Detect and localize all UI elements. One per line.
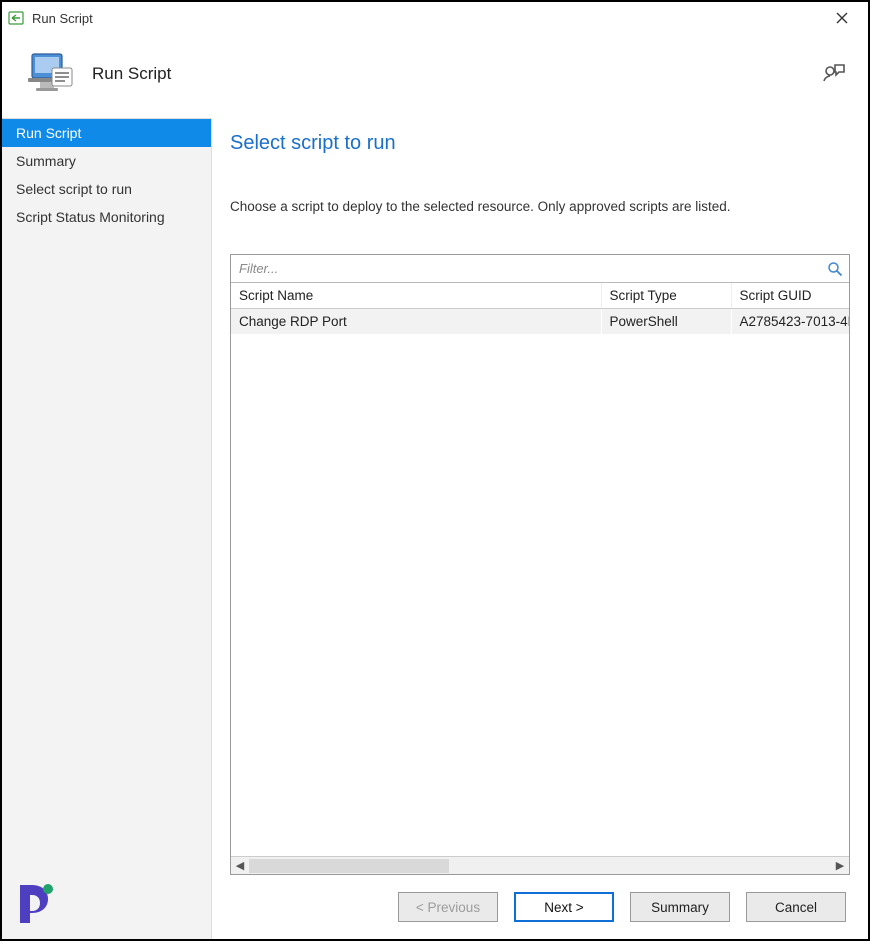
scroll-thumb[interactable] <box>249 859 449 873</box>
feedback-icon[interactable] <box>822 61 848 87</box>
scroll-right-arrow[interactable]: ▶ <box>831 858 849 874</box>
wizard-body: Run Script Summary Select script to run … <box>2 118 868 939</box>
computer-script-icon <box>22 48 74 100</box>
close-icon <box>836 12 848 24</box>
app-icon <box>8 10 24 26</box>
cancel-button[interactable]: Cancel <box>746 892 846 922</box>
filter-row <box>231 255 849 283</box>
scroll-left-arrow[interactable]: ◀ <box>231 858 249 874</box>
step-select-script[interactable]: Select script to run <box>2 175 211 203</box>
column-script-guid[interactable]: Script GUID <box>731 283 849 309</box>
run-script-wizard-window: Run Script Run Script <box>0 0 870 941</box>
script-table-scroll: Script Name Script Type Script GUID Chan… <box>231 283 849 856</box>
wizard-title: Run Script <box>92 64 171 84</box>
window-title: Run Script <box>32 11 93 26</box>
watermark-logo <box>14 879 62 927</box>
summary-button[interactable]: Summary <box>630 892 730 922</box>
step-summary[interactable]: Summary <box>2 147 211 175</box>
column-script-name[interactable]: Script Name <box>231 283 601 309</box>
wizard-main: Select script to run Choose a script to … <box>212 118 868 939</box>
filter-input[interactable] <box>231 257 821 280</box>
wizard-steps-sidebar: Run Script Summary Select script to run … <box>2 118 212 939</box>
script-grid: Script Name Script Type Script GUID Chan… <box>230 254 850 875</box>
scroll-track[interactable] <box>249 858 831 874</box>
next-button[interactable]: Next > <box>514 892 614 922</box>
page-title: Select script to run <box>230 132 850 155</box>
page-description: Choose a script to deploy to the selecte… <box>230 199 850 214</box>
wizard-footer: < Previous Next > Summary Cancel <box>212 875 868 939</box>
cell-script-guid: A2785423-7013-4BA <box>731 309 849 335</box>
cell-script-type: PowerShell <box>601 309 731 335</box>
wizard-header: Run Script <box>2 34 868 118</box>
table-row[interactable]: Change RDP Port PowerShell A2785423-7013… <box>231 309 849 335</box>
previous-button: < Previous <box>398 892 498 922</box>
cell-script-name: Change RDP Port <box>231 309 601 335</box>
close-button[interactable] <box>822 4 862 32</box>
horizontal-scrollbar[interactable]: ◀ ▶ <box>231 856 849 874</box>
step-run-script[interactable]: Run Script <box>2 119 211 147</box>
step-status-monitoring[interactable]: Script Status Monitoring <box>2 203 211 231</box>
titlebar: Run Script <box>2 2 868 34</box>
script-table: Script Name Script Type Script GUID Chan… <box>231 283 849 334</box>
search-icon <box>827 261 843 277</box>
column-script-type[interactable]: Script Type <box>601 283 731 309</box>
table-header-row: Script Name Script Type Script GUID <box>231 283 849 309</box>
search-button[interactable] <box>821 256 849 282</box>
